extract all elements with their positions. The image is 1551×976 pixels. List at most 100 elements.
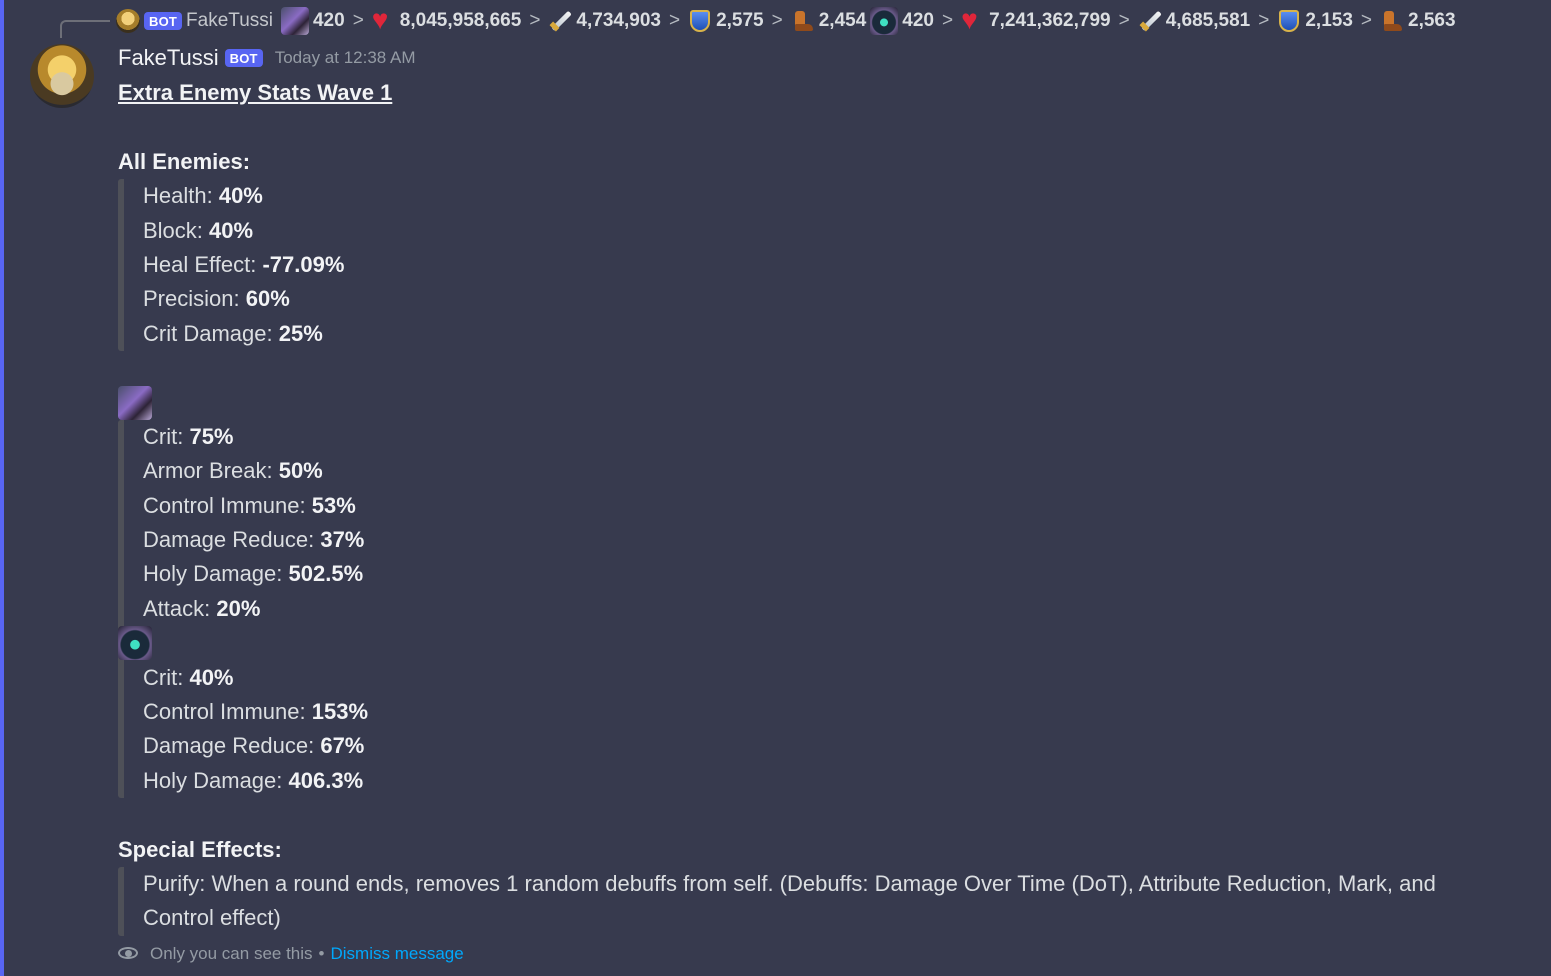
bot-tag: BOT	[224, 49, 263, 67]
message-title: Extra Enemy Stats Wave 1	[118, 80, 393, 105]
all-enemies-heading: All Enemies:	[118, 148, 251, 174]
stat-line: Heal Effect: -77.09%	[143, 248, 1518, 282]
reply-author[interactable]: FakeTussi	[186, 10, 273, 32]
hero1-stats-quote: Crit: 75% Armor Break: 50% Control Immun…	[118, 419, 1518, 799]
stat-label: Precision:	[143, 286, 246, 312]
stat-label: Crit:	[143, 423, 190, 449]
reply-avatar[interactable]	[116, 9, 140, 33]
stat-line: Armor Break: 50%	[143, 454, 1518, 488]
shield-icon	[688, 9, 712, 33]
separator: >	[1118, 10, 1130, 31]
stat-line: Holy Damage: 502.5%	[143, 557, 1518, 591]
username[interactable]: FakeTussi	[118, 45, 219, 71]
bullet: •	[318, 944, 325, 963]
stat-line: Damage Reduce: 37%	[143, 523, 1518, 557]
stat-line: Crit: 75%	[143, 420, 1518, 454]
reply-bot-tag: BOT	[144, 12, 183, 30]
only-you-text: Only you can see this	[150, 944, 313, 963]
hero1-level: 420	[312, 10, 345, 31]
stat-line: Attack: 20%	[143, 592, 1518, 626]
stat-line: Damage Reduce: 67%	[143, 729, 1518, 763]
stat-label: Armor Break:	[143, 458, 279, 484]
avatar[interactable]	[30, 44, 94, 108]
stat-value: 50%	[278, 458, 323, 484]
separator: >	[668, 10, 681, 31]
stat-label: Holy Damage:	[143, 767, 289, 793]
stat-value: 502.5%	[288, 561, 364, 587]
stat-value: 153%	[311, 699, 369, 725]
hero2-attack: 4,685,581	[1165, 10, 1251, 31]
stat-label: Holy Damage:	[143, 561, 289, 587]
stat-value: 20%	[216, 595, 261, 621]
dismiss-message-link[interactable]: Dismiss message	[330, 944, 463, 964]
special-effect-text: Purify: When a round ends, removes 1 ran…	[143, 870, 1436, 931]
stat-line: Control Immune: 53%	[143, 489, 1518, 523]
stat-label: Block:	[143, 217, 210, 243]
stat-line: Crit Damage: 25%	[143, 317, 1518, 351]
stat-line: Health: 40%	[143, 179, 1518, 213]
hero1-armor: 2,575	[716, 10, 764, 31]
stat-value: 67%	[320, 733, 365, 759]
stat-value: 406.3%	[288, 767, 364, 793]
stat-label: Attack:	[143, 595, 217, 621]
hero1-row	[118, 385, 1518, 420]
stat-label: Crit:	[143, 664, 190, 690]
stat-value: 40%	[218, 183, 263, 209]
sword-icon	[548, 9, 572, 33]
stat-label: Control Immune:	[143, 492, 312, 518]
reply-preview[interactable]: BOT FakeTussi 420 > 8,045,958,665 > 4,73…	[116, 5, 1456, 36]
stat-label: Damage Reduce:	[143, 733, 321, 759]
boot-icon	[791, 9, 815, 33]
heart-icon	[372, 5, 396, 35]
reply-spine	[60, 20, 110, 38]
shield-icon	[1277, 9, 1301, 33]
message-container: BOT FakeTussi 420 > 8,045,958,665 > 4,73…	[0, 0, 1551, 976]
hero1-speed: 2,454	[818, 10, 867, 31]
hero2-health: 7,241,362,799	[989, 10, 1111, 31]
separator: >	[1258, 10, 1270, 31]
hero1-attack: 4,734,903	[576, 10, 661, 31]
hero2-emoji-icon	[118, 626, 152, 661]
message-header: FakeTussi BOT Today at 12:38 AM	[118, 44, 416, 72]
separator: >	[529, 10, 541, 31]
stat-line: Precision: 60%	[143, 282, 1518, 316]
stat-label: Health:	[143, 183, 219, 209]
special-effects-heading: Special Effects:	[118, 836, 282, 862]
separator: >	[1360, 10, 1372, 31]
stat-value: 37%	[320, 527, 365, 553]
stat-value: 60%	[245, 286, 290, 312]
stat-value: 25%	[278, 320, 323, 346]
stat-label: Heal Effect:	[143, 251, 263, 277]
hero2-row	[118, 626, 1518, 661]
stat-label: Crit Damage:	[143, 320, 279, 346]
stat-value: 53%	[311, 492, 356, 518]
timestamp[interactable]: Today at 12:38 AM	[275, 48, 416, 68]
message-content: Extra Enemy Stats Wave 1 All Enemies: He…	[118, 76, 1518, 936]
stat-line: Crit: 40%	[143, 661, 1518, 695]
stat-value: 40%	[209, 217, 254, 243]
special-effects-quote: Purify: When a round ends, removes 1 ran…	[118, 866, 1518, 936]
ephemeral-notice: Only you can see this • Dismiss message	[118, 944, 464, 964]
hero2-armor: 2,153	[1305, 10, 1353, 31]
heart-icon	[961, 5, 985, 35]
hero1-emoji-icon	[118, 385, 152, 420]
stat-label: Control Immune:	[143, 699, 312, 725]
stat-value: 75%	[189, 423, 234, 449]
hero1-icon	[280, 7, 309, 35]
separator: >	[352, 10, 364, 31]
stat-label: Damage Reduce:	[143, 527, 321, 553]
stat-value: -77.09%	[262, 251, 345, 277]
stat-value: 40%	[189, 664, 234, 690]
hero2-level: 420	[902, 10, 934, 31]
hero1-health: 8,045,958,665	[399, 10, 522, 31]
stat-line: Block: 40%	[143, 214, 1518, 248]
hero2-speed: 2,563	[1408, 10, 1456, 31]
eye-icon	[118, 947, 140, 961]
separator: >	[941, 10, 954, 31]
stat-line: Holy Damage: 406.3%	[143, 764, 1518, 798]
boot-icon	[1380, 9, 1404, 33]
sword-icon	[1138, 9, 1162, 33]
